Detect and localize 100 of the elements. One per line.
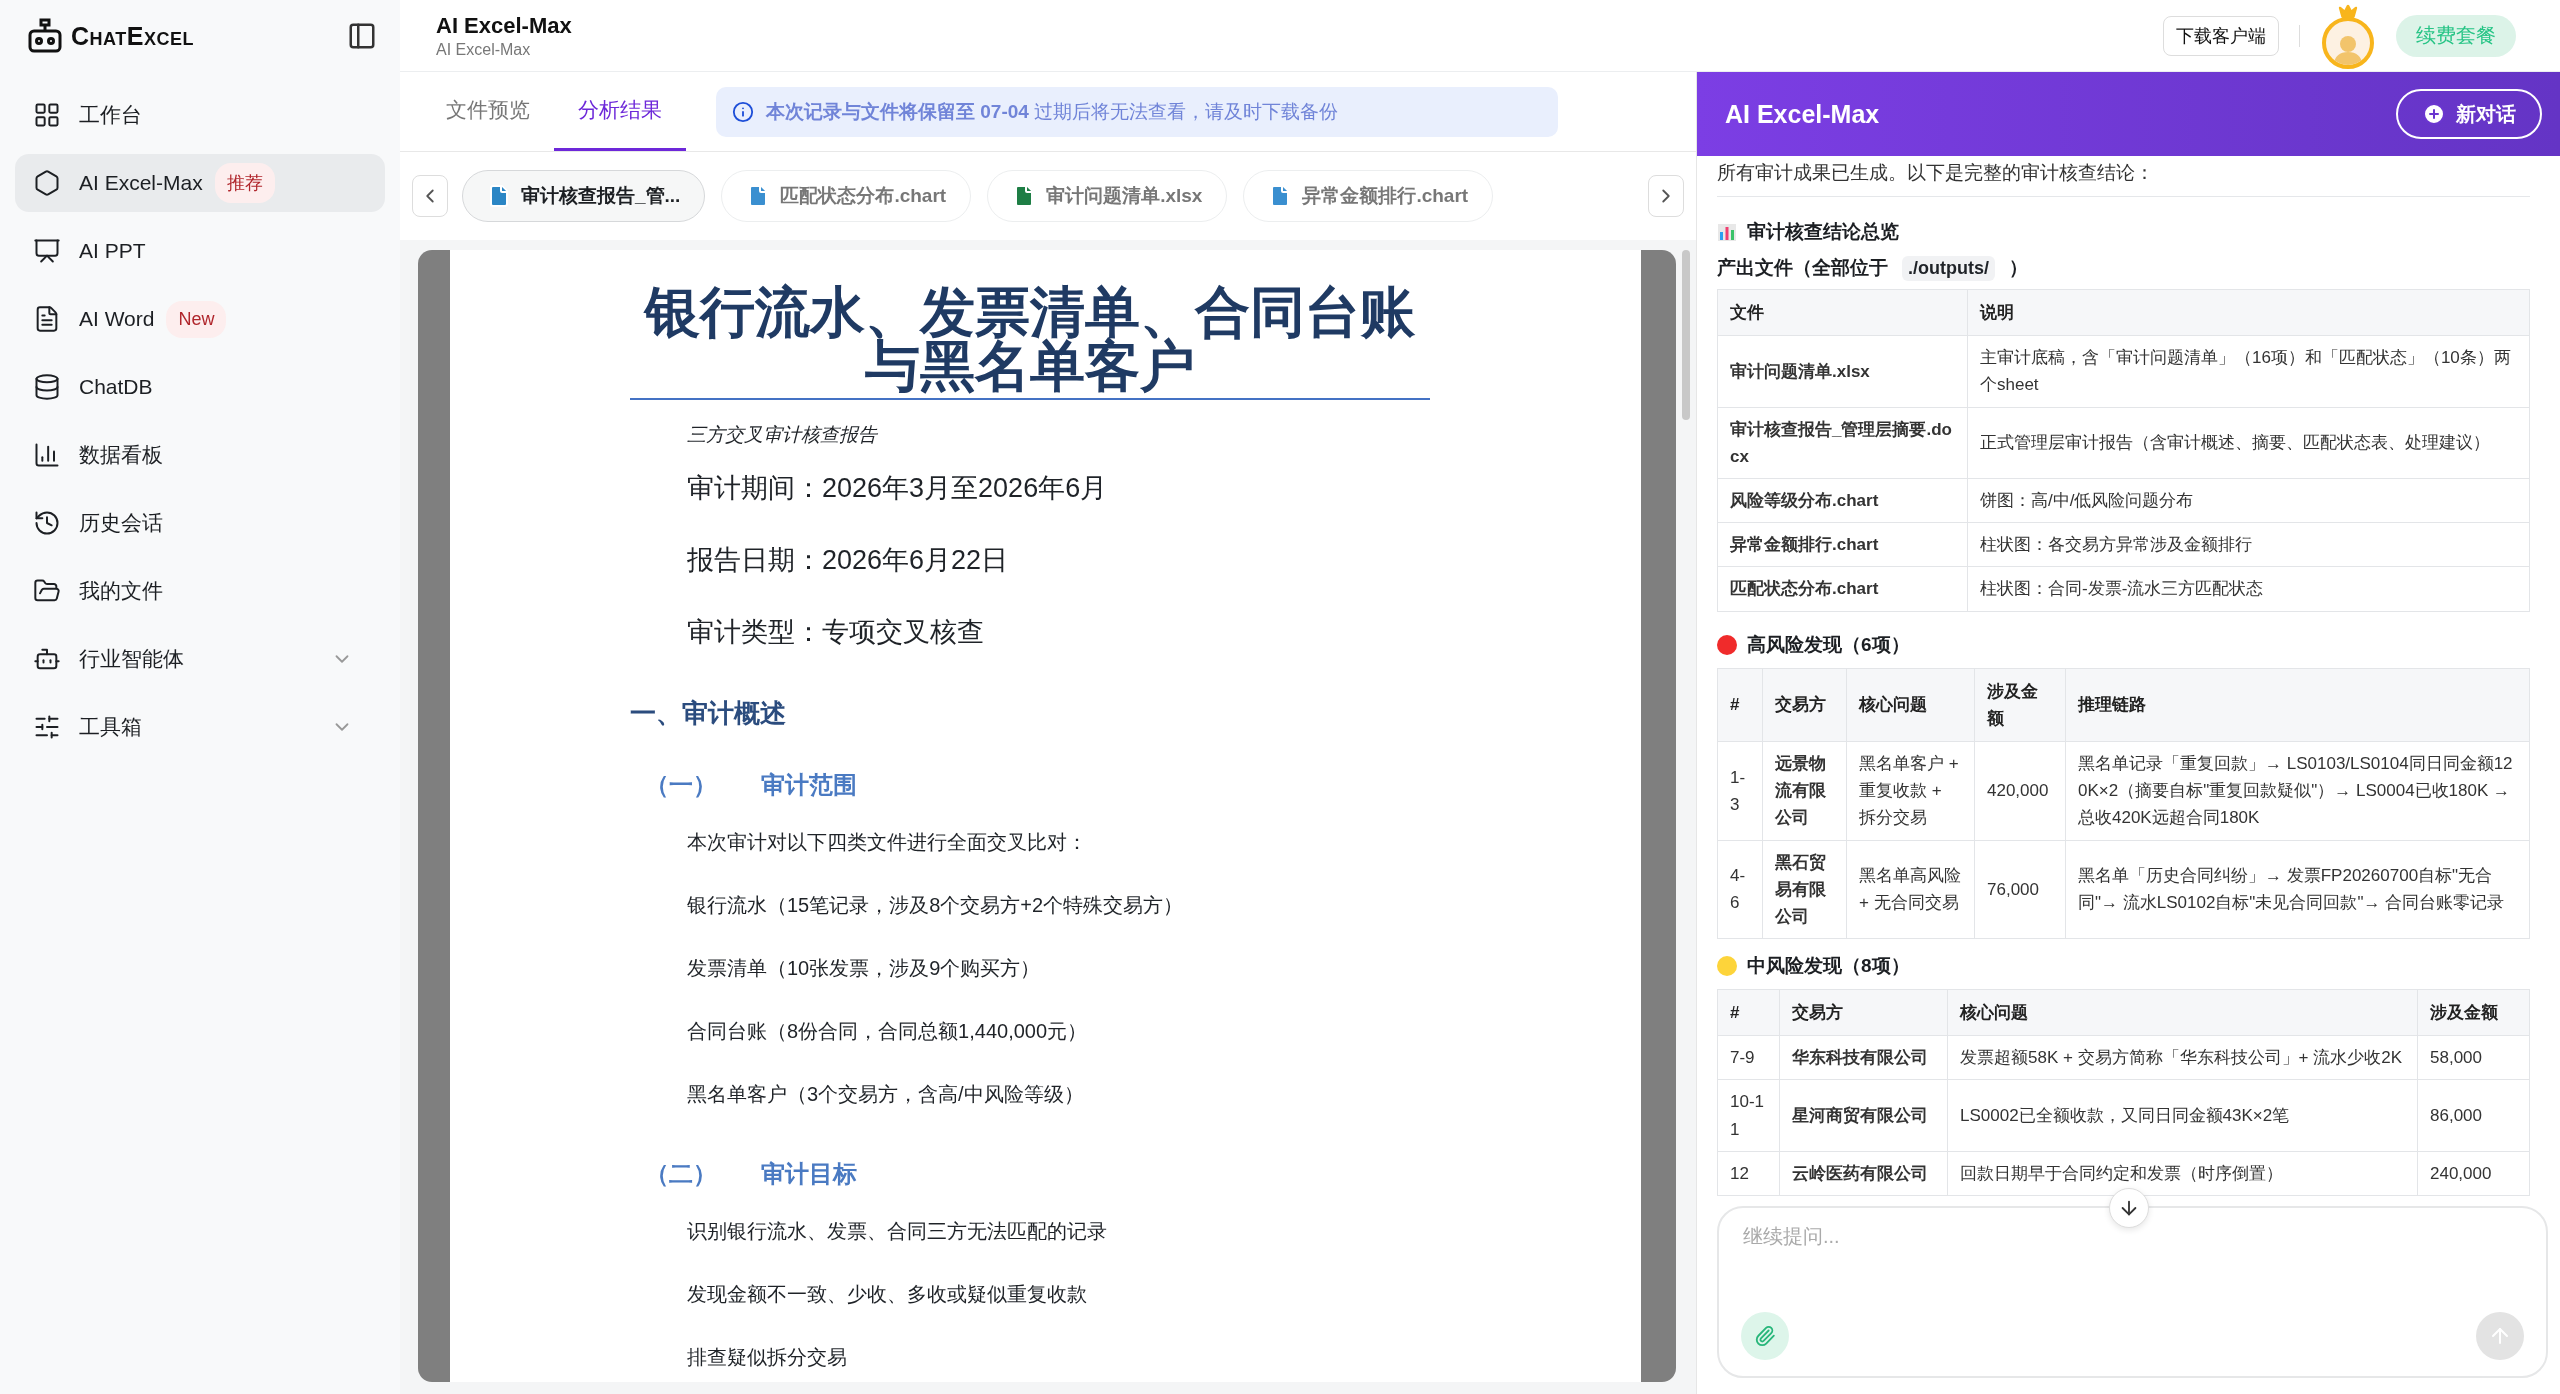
table-cell: 7-9 [1717, 1035, 1780, 1080]
chart-icon [33, 441, 61, 469]
table-cell: 风险等级分布.chart [1717, 478, 1968, 523]
attach-button[interactable] [1741, 1312, 1789, 1360]
chapter-heading: 一、审计概述 [630, 696, 787, 730]
sidebar-item[interactable]: 我的文件 [15, 562, 385, 620]
chat-title: AI Excel-Max [1725, 99, 1880, 129]
section-heading: 审计目标 [761, 1158, 857, 1189]
paragraph: 合同台账（8份合同，合同总额1,440,000元） [687, 1018, 1089, 1044]
column-header: 说明 [1967, 289, 2530, 336]
tab[interactable]: 文件预览 [422, 71, 554, 151]
chat-message: 所有审计成果已生成。以下是完整的审计核查结论： [1717, 160, 2530, 197]
file-icon [487, 184, 511, 208]
table-cell: 星河商贸有限公司 [1779, 1079, 1948, 1152]
file-chip[interactable]: 异常金额排行.chart [1243, 170, 1494, 222]
table-cell: 黑名单客户 + 重复收款 + 拆分交易 [1846, 741, 1975, 840]
file-chip[interactable]: 匹配状态分布.chart [721, 170, 972, 222]
table-cell: 黑名单高风险 + 无合同交易 [1846, 840, 1975, 939]
sidebar-item-label: 我的文件 [79, 578, 163, 604]
table-cell: 76,000 [1974, 840, 2066, 939]
table-cell: 240,000 [2417, 1151, 2530, 1196]
report-info: 审计期间：2026年3月至2026年6月 [687, 471, 1109, 505]
sidebar-item-label: AI PPT [79, 239, 146, 263]
table-cell: 58,000 [2417, 1035, 2530, 1080]
scrollbar[interactable] [1682, 250, 1690, 420]
next-button[interactable] [1648, 175, 1684, 217]
sidebar-item-label: ChatDB [79, 375, 153, 399]
column-header: 交易方 [1779, 989, 1948, 1036]
sidebar-item[interactable]: 数据看板 [15, 426, 385, 484]
table-cell: LS0002已全额收款，又同日同金额43K×2笔 [1947, 1079, 2418, 1152]
table-cell: 正式管理层审计报告（含审计概述、摘要、匹配状态表、处理建议） [1967, 407, 2530, 479]
paperclip-icon [1754, 1325, 1776, 1347]
section-number: （一） [645, 769, 717, 800]
sidebar-badge: 推荐 [214, 163, 275, 203]
column-header: 核心问题 [1947, 989, 2418, 1036]
sidebar-item[interactable]: AI PPT [15, 222, 385, 280]
sidebar-item[interactable]: ChatDB [15, 358, 385, 416]
sidebar-item[interactable]: AI Word New [15, 290, 385, 348]
sidebar-item[interactable]: 工作台 [15, 86, 385, 144]
sidebar-toggle-icon[interactable] [347, 21, 377, 51]
report-info: 审计类型：专项交叉核查 [687, 615, 985, 649]
history-icon [33, 509, 61, 537]
bar-chart-icon [1717, 222, 1737, 242]
table-cell: 420,000 [1974, 741, 2066, 840]
paragraph: 排查疑似拆分交易 [687, 1344, 848, 1370]
previous-button[interactable] [412, 175, 448, 217]
sliders-icon [33, 713, 61, 741]
logo[interactable]: ChatExcel [27, 18, 194, 54]
table-cell: 主审计底稿，含「审计问题清单」（16项）和「匹配状态」（10条）两个sheet [1967, 335, 2530, 408]
sidebar-item[interactable]: 行业智能体 [15, 630, 385, 688]
table-cell: 12 [1717, 1151, 1780, 1196]
download-client-button[interactable]: 下载客户端 [2163, 15, 2279, 56]
document-subtitle: 三方交叉审计核查报告 [687, 422, 879, 447]
avatar[interactable] [2320, 2, 2376, 69]
code-path: ./outputs/ [1902, 255, 1995, 281]
paragraph: 黑名单客户（3个交易方，含高/中风险等级） [687, 1081, 1085, 1107]
plus-icon [2422, 102, 2446, 126]
sidebar-item-label: AI Word [79, 307, 155, 331]
scroll-down-button[interactable] [2108, 1188, 2149, 1228]
sidebar-item-label: AI Excel-Max [79, 171, 203, 195]
presentation-icon [33, 237, 61, 265]
table-cell: 86,000 [2417, 1079, 2530, 1152]
sidebar-item-label: 历史会话 [79, 510, 163, 536]
column-header: 文件 [1717, 289, 1968, 336]
table-cell: 1-3 [1717, 741, 1763, 840]
database-icon [33, 373, 61, 401]
new-chat-button[interactable]: 新对话 [2396, 89, 2542, 139]
column-header: 涉及金额 [1974, 668, 2066, 742]
table-cell: 远景物流有限公司 [1762, 741, 1847, 840]
table-cell: 黑名单记录「重复回款」→ LS0103/LS0104同日同金额120K×2（摘要自标"重复回款疑似"）→ LS0004已收180K → 总收420K远超合同180K [2065, 741, 2530, 840]
file-chip[interactable]: 审计核查报告_管... [462, 170, 706, 222]
table-cell: 发票超额58K + 交易方简称「华东科技公司」+ 流水少收2K [1947, 1035, 2418, 1080]
table-cell: 黑石贸易有限公司 [1762, 840, 1847, 939]
chat-input[interactable]: 继续提问... [1717, 1206, 2548, 1378]
column-header: 交易方 [1762, 668, 1847, 742]
file-chip[interactable]: 审计问题清单.xlsx [987, 170, 1228, 222]
page-subtitle: AI Excel-Max [436, 40, 532, 59]
table-cell: 黑名单「历史合同纠纷」→ 发票FP20260700自标"无合同"→ 流水LS0102自标"未见合同回款"→ 合同台账零记录 [2065, 840, 2530, 939]
sidebar-badge: New [166, 300, 227, 338]
table-cell: 云岭医药有限公司 [1779, 1151, 1948, 1196]
paragraph: 发票清单（10张发票，涉及9个购买方） [687, 955, 1042, 981]
paragraph: 本次审计对以下四类文件进行全面交叉比对： [687, 829, 1088, 855]
notice-text: 本次记录与文件将保留至 07-04 过期后将无法查看，请及时下载备份 [766, 99, 1339, 124]
sidebar-item-label: 数据看板 [79, 442, 163, 468]
table-cell: 10-11 [1717, 1079, 1780, 1152]
question-input[interactable]: 继续提问... [1741, 1224, 2524, 1249]
table-cell: 柱状图：合同-发票-流水三方匹配状态 [1967, 566, 2530, 611]
table-cell: 审计问题清单.xlsx [1717, 335, 1968, 408]
table-cell: 饼图：高/中/低风险问题分布 [1967, 478, 2530, 523]
paragraph: 识别银行流水、发票、合同三方无法匹配的记录 [687, 1218, 1108, 1244]
section-heading: 高风险发现（6项） [1747, 632, 1910, 657]
paragraph: 发现金额不一致、少收、多收或疑似重复收款 [687, 1281, 1088, 1307]
sidebar-item[interactable]: AI Excel-Max 推荐 [15, 154, 385, 212]
table-cell: 匹配状态分布.chart [1717, 566, 1968, 611]
table-cell: 华东科技有限公司 [1779, 1035, 1948, 1080]
sidebar-item[interactable]: 历史会话 [15, 494, 385, 552]
robot-logo-icon [27, 18, 63, 54]
section-heading: 审计核查结论总览 [1747, 220, 1899, 244]
sidebar-item-label: 工具箱 [79, 714, 142, 740]
sidebar-item[interactable]: 工具箱 [15, 698, 385, 756]
